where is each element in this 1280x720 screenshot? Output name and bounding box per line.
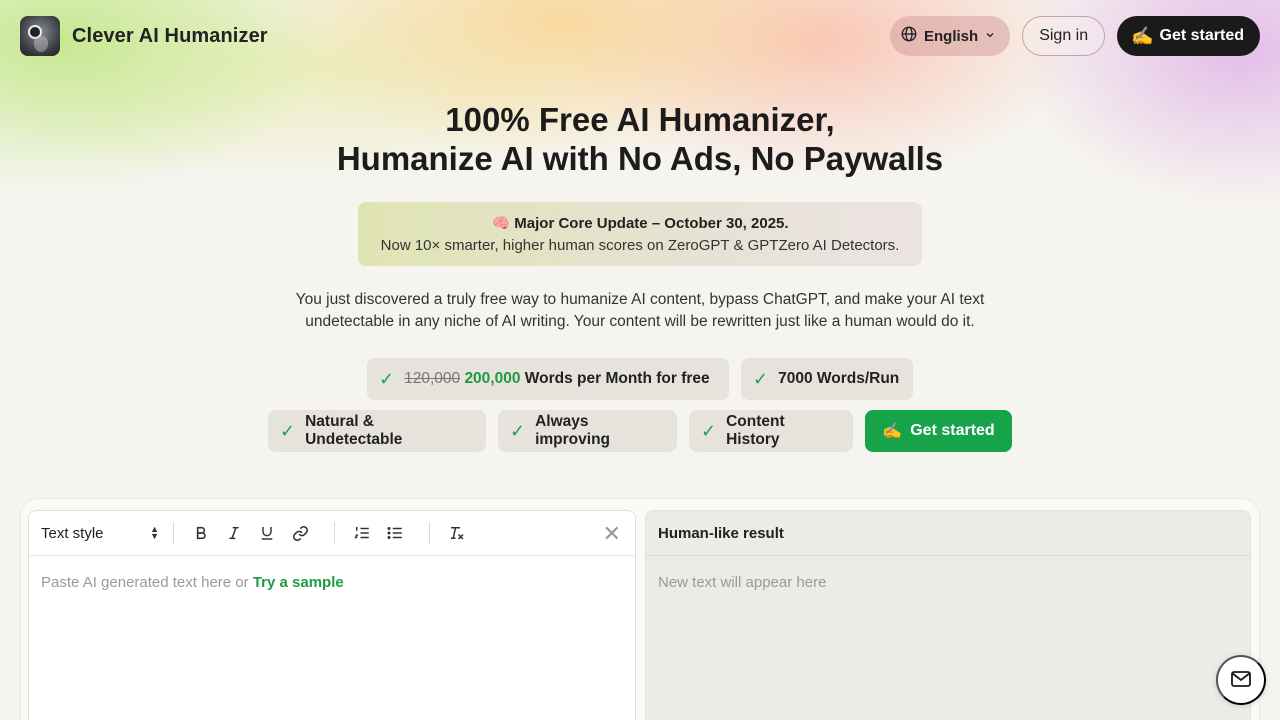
language-selector[interactable]: English xyxy=(890,16,1011,56)
close-icon[interactable]: ✕ xyxy=(603,521,621,547)
globe-icon xyxy=(900,25,918,47)
link-icon[interactable] xyxy=(287,520,313,546)
cta-label: Get started xyxy=(910,422,995,439)
update-title: 🧠 Major Core Update – October 30, 2025. xyxy=(491,215,789,232)
title-line-1: 100% Free AI Humanizer, xyxy=(445,101,835,138)
page-title: 100% Free AI Humanizer, Humanize AI with… xyxy=(0,100,1280,178)
chevron-down-icon xyxy=(984,28,996,45)
get-started-button[interactable]: ✍ Get started xyxy=(865,410,1012,452)
signin-button[interactable]: Sign in xyxy=(1022,16,1106,56)
try-sample-link[interactable]: Try a sample xyxy=(253,574,344,591)
words-suffix: Words per Month for free xyxy=(524,370,710,387)
check-icon: ✓ xyxy=(510,421,526,441)
feature-words-per-month: ✓ 120,000 200,000 Words per Month for fr… xyxy=(367,358,729,400)
get-started-label: Get started xyxy=(1159,27,1244,44)
bullet-list-icon[interactable] xyxy=(382,520,408,546)
update-banner: 🧠 Major Core Update – October 30, 2025. … xyxy=(358,202,922,266)
top-nav: Clever AI Humanizer English Sign in ✍ Ge… xyxy=(0,0,1280,72)
brand-name: Clever AI Humanizer xyxy=(72,24,268,47)
writing-hand-icon: ✍ xyxy=(1131,25,1154,46)
writing-hand-icon: ✍ xyxy=(882,423,903,440)
check-icon: ✓ xyxy=(280,421,296,441)
title-line-2: Humanize AI with No Ads, No Paywalls xyxy=(336,140,944,177)
mail-icon xyxy=(1229,667,1253,694)
brand-logo xyxy=(20,16,60,56)
natural-label: Natural & Undetectable xyxy=(305,413,403,448)
feature-history: ✓ Content History xyxy=(689,410,853,452)
result-panel: Human-like result New text will appear h… xyxy=(645,510,1251,720)
header-get-started-button[interactable]: ✍ Get started xyxy=(1117,16,1260,56)
feature-words-per-run: ✓ 7000 Words/Run xyxy=(741,358,913,400)
words-per-run-label: 7000 Words/Run xyxy=(778,370,900,387)
improving-label: Always improving xyxy=(535,413,611,448)
check-icon: ✓ xyxy=(753,369,769,389)
feature-natural: ✓ Natural & Undetectable xyxy=(268,410,486,452)
result-title: Human-like result xyxy=(646,511,1250,556)
text-style-select[interactable]: Text style ▲ ▼ xyxy=(41,525,159,542)
result-placeholder: New text will appear here xyxy=(658,574,827,591)
editor-input-area[interactable]: Paste AI generated text here or Try a sa… xyxy=(29,556,635,609)
brand[interactable]: Clever AI Humanizer xyxy=(20,16,268,56)
toolbar-divider xyxy=(429,522,430,544)
contact-mail-button[interactable] xyxy=(1216,655,1266,705)
clear-format-icon[interactable] xyxy=(444,520,470,546)
text-style-label: Text style xyxy=(41,524,104,542)
nav-actions: English Sign in ✍ Get started xyxy=(890,16,1260,56)
new-word-limit: 200,000 xyxy=(464,370,521,387)
input-editor: Text style ▲ ▼ ✕ Paste AI generated text… xyxy=(28,510,636,720)
update-text: Now 10× smarter, higher human scores on … xyxy=(380,237,900,254)
editor-toolbar: Text style ▲ ▼ ✕ xyxy=(29,511,635,556)
toolbar-divider xyxy=(334,522,335,544)
ordered-list-icon[interactable] xyxy=(349,520,375,546)
underline-icon[interactable] xyxy=(254,520,280,546)
history-label: Content History xyxy=(726,413,785,448)
check-icon: ✓ xyxy=(701,421,717,441)
language-label: English xyxy=(924,27,979,45)
feature-improving: ✓ Always improving xyxy=(498,410,677,452)
old-word-limit: 120,000 xyxy=(404,370,461,387)
bold-icon[interactable] xyxy=(188,520,214,546)
editor-placeholder: Paste AI generated text here or xyxy=(41,574,249,591)
italic-icon[interactable] xyxy=(221,520,247,546)
updown-chevron-icon: ▲ ▼ xyxy=(150,524,159,541)
intro-text: You just discovered a truly free way to … xyxy=(295,291,985,330)
toolbar-divider xyxy=(173,522,174,544)
check-icon: ✓ xyxy=(379,369,395,389)
